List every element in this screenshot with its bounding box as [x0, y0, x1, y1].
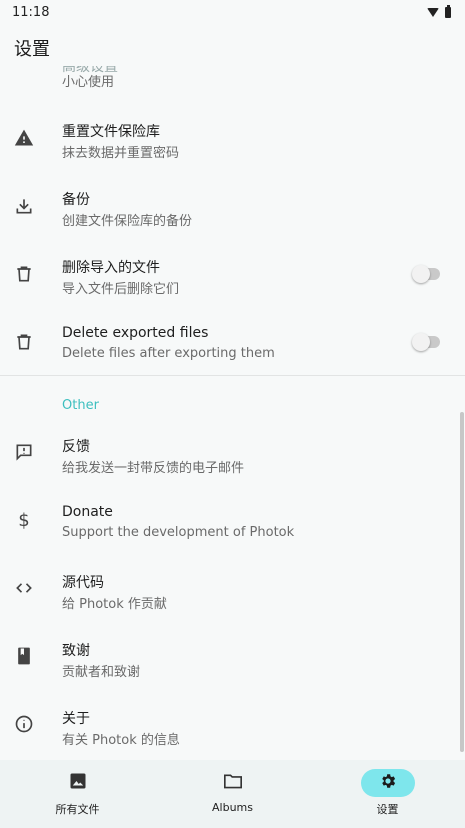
- trash-icon: [14, 264, 34, 284]
- info-icon: [14, 714, 34, 734]
- divider: [0, 375, 465, 376]
- feedback-icon: [14, 442, 34, 462]
- app-bar: 设置: [0, 24, 465, 68]
- nav-item-settings[interactable]: 设置: [310, 760, 465, 828]
- nav-label: 设置: [376, 803, 399, 816]
- settings-item-subtitle: Support the development of Photok: [62, 525, 295, 540]
- settings-item-about[interactable]: 关于 有关 Photok 的信息: [0, 690, 465, 758]
- settings-item-subtitle: 导入文件后删除它们: [62, 282, 180, 297]
- wifi-icon: [427, 7, 439, 17]
- settings-item-donate[interactable]: $ Donate Support the development of Phot…: [0, 486, 465, 554]
- trash-icon: [14, 332, 34, 352]
- gear-icon: [379, 772, 397, 794]
- section-header-other: Other: [62, 398, 99, 413]
- settings-item-advanced[interactable]: 高级设置 小心使用: [0, 66, 465, 100]
- download-icon: [14, 196, 34, 216]
- delete-imported-toggle[interactable]: [412, 265, 440, 283]
- book-icon: [14, 646, 34, 666]
- settings-item-title: 备份: [62, 192, 90, 208]
- dollar-icon: $: [18, 509, 30, 531]
- nav-pill-active: [360, 769, 415, 797]
- bottom-navigation: 所有文件 Albums 设置: [0, 760, 465, 828]
- toggle-thumb: [412, 333, 430, 351]
- settings-item-subtitle: 抹去数据并重置密码: [62, 146, 180, 161]
- nav-label: Albums: [212, 801, 253, 814]
- settings-item-subtitle: 贡献者和致谢: [62, 665, 141, 680]
- settings-item-title: 反馈: [62, 439, 90, 455]
- settings-item-title: 致谢: [62, 643, 90, 659]
- warning-icon: [14, 128, 34, 148]
- settings-item-subtitle: 小心使用: [62, 75, 115, 90]
- code-icon: [14, 578, 34, 598]
- nav-pill: [206, 769, 260, 797]
- settings-item-source-code[interactable]: 源代码 给 Photok 作贡献: [0, 554, 465, 622]
- nav-label: 所有文件: [55, 803, 100, 816]
- battery-icon: [445, 4, 451, 18]
- settings-item-credits[interactable]: 致谢 贡献者和致谢: [0, 622, 465, 690]
- settings-item-title: 源代码: [62, 575, 104, 591]
- nav-item-albums[interactable]: Albums: [155, 760, 310, 828]
- settings-item-title: Donate: [62, 504, 113, 520]
- settings-item-subtitle: Delete files after exporting them: [62, 346, 275, 361]
- settings-item-feedback[interactable]: 反馈 给我发送一封带反馈的电子邮件: [0, 418, 465, 486]
- status-icons: [427, 4, 451, 18]
- scrollbar[interactable]: [460, 412, 464, 752]
- image-icon: [69, 772, 87, 794]
- settings-item-title: 删除导入的文件: [62, 260, 160, 276]
- toggle-thumb: [412, 265, 430, 283]
- nav-pill: [51, 769, 105, 797]
- status-bar: 11:18: [0, 0, 465, 24]
- nav-item-all-files[interactable]: 所有文件: [0, 760, 155, 828]
- page-title: 设置: [14, 39, 50, 60]
- delete-exported-toggle[interactable]: [412, 333, 440, 351]
- settings-item-delete-exported[interactable]: Delete exported files Delete files after…: [0, 308, 465, 376]
- settings-item-subtitle: 有关 Photok 的信息: [62, 733, 180, 748]
- settings-item-title: 关于: [62, 711, 90, 727]
- settings-item-delete-imported[interactable]: 删除导入的文件 导入文件后删除它们: [0, 240, 465, 308]
- settings-item-title: 重置文件保险库: [62, 124, 160, 140]
- settings-item-reset-vault[interactable]: 重置文件保险库 抹去数据并重置密码: [0, 104, 465, 172]
- settings-item-subtitle: 创建文件保险库的备份: [62, 214, 193, 229]
- status-time: 11:18: [12, 4, 50, 20]
- settings-item-subtitle: 给我发送一封带反馈的电子邮件: [62, 461, 245, 476]
- settings-item-backup[interactable]: 备份 创建文件保险库的备份: [0, 172, 465, 240]
- settings-item-title: Delete exported files: [62, 325, 209, 341]
- settings-item-subtitle: 给 Photok 作贡献: [62, 597, 167, 612]
- settings-list[interactable]: 高级设置 小心使用 重置文件保险库 抹去数据并重置密码 备份 创建文件保险库的备…: [0, 66, 465, 760]
- folder-icon: [223, 772, 243, 794]
